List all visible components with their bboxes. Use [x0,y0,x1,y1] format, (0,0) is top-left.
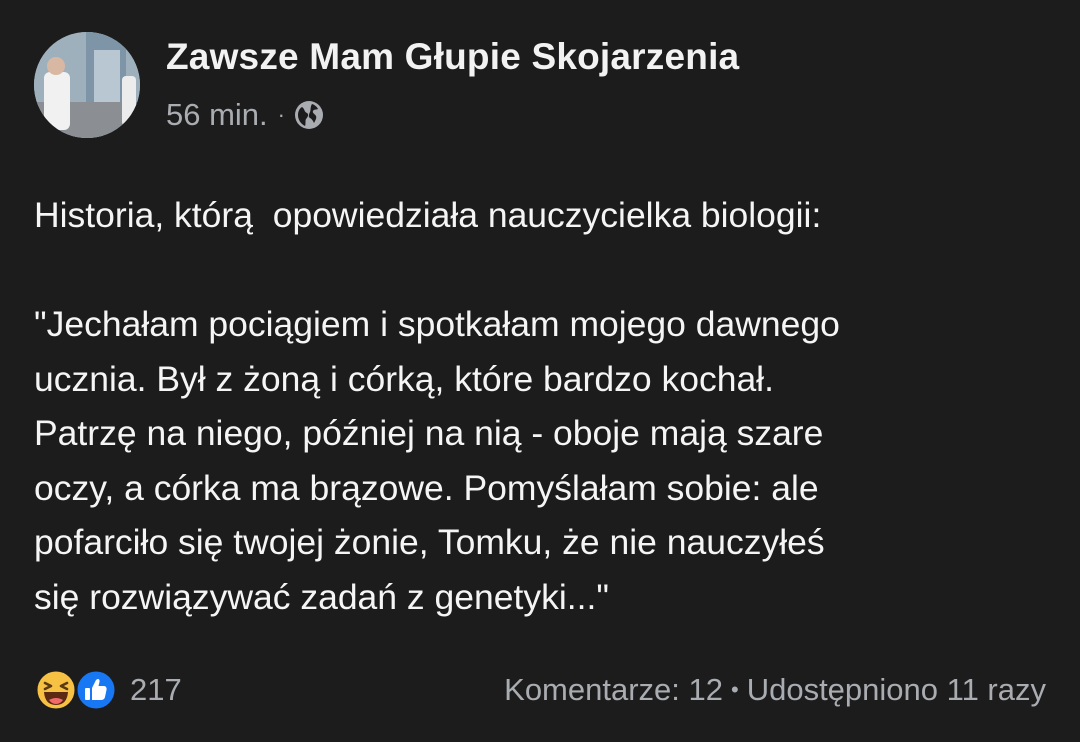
comments-count-link[interactable]: Komentarze: 12 [504,672,723,707]
meta-separator: · [277,102,285,127]
post-timestamp[interactable]: 56 min. [166,97,268,133]
post-line: się rozwiązywać zadań z genetyki..." [34,576,609,617]
post-line: Patrzę na niego, później na nią - oboje … [34,413,824,453]
shares-count-link[interactable]: Udostępniono 11 razy [747,672,1046,707]
post-footer: 217 Komentarze: 12 • Udostępniono 11 razy [34,668,1046,712]
post-body: Historia, którą opowiedziała nauczycielk… [34,188,1064,624]
reaction-count: 217 [130,672,182,707]
engagement-stats: Komentarze: 12 • Udostępniono 11 razy [504,672,1046,708]
stats-separator: • [731,677,739,702]
reactions-summary[interactable]: 217 [34,668,182,712]
page-name-link[interactable]: Zawsze Mam Głupie Skojarzenia [166,36,739,78]
post-line: pofarciło się twojej żonie, Tomku, że ni… [34,522,825,562]
page-avatar[interactable] [34,32,140,138]
haha-emoji-icon [34,668,78,712]
avatar-image [34,32,140,138]
post-line: ucznia. Był z żoną i córką, które bardzo… [34,358,774,399]
globe-icon[interactable] [293,99,325,131]
post-line: "Jechałam pociągiem i spotkałam mojego d… [34,304,840,344]
post-blank-line [34,243,1064,298]
post-meta: 56 min. · [166,96,325,134]
post-line: oczy, a córka ma brązowe. Pomyślałam sob… [34,467,819,508]
post-line: Historia, którą opowiedziała nauczycielk… [34,195,822,235]
like-thumb-icon [74,668,118,712]
